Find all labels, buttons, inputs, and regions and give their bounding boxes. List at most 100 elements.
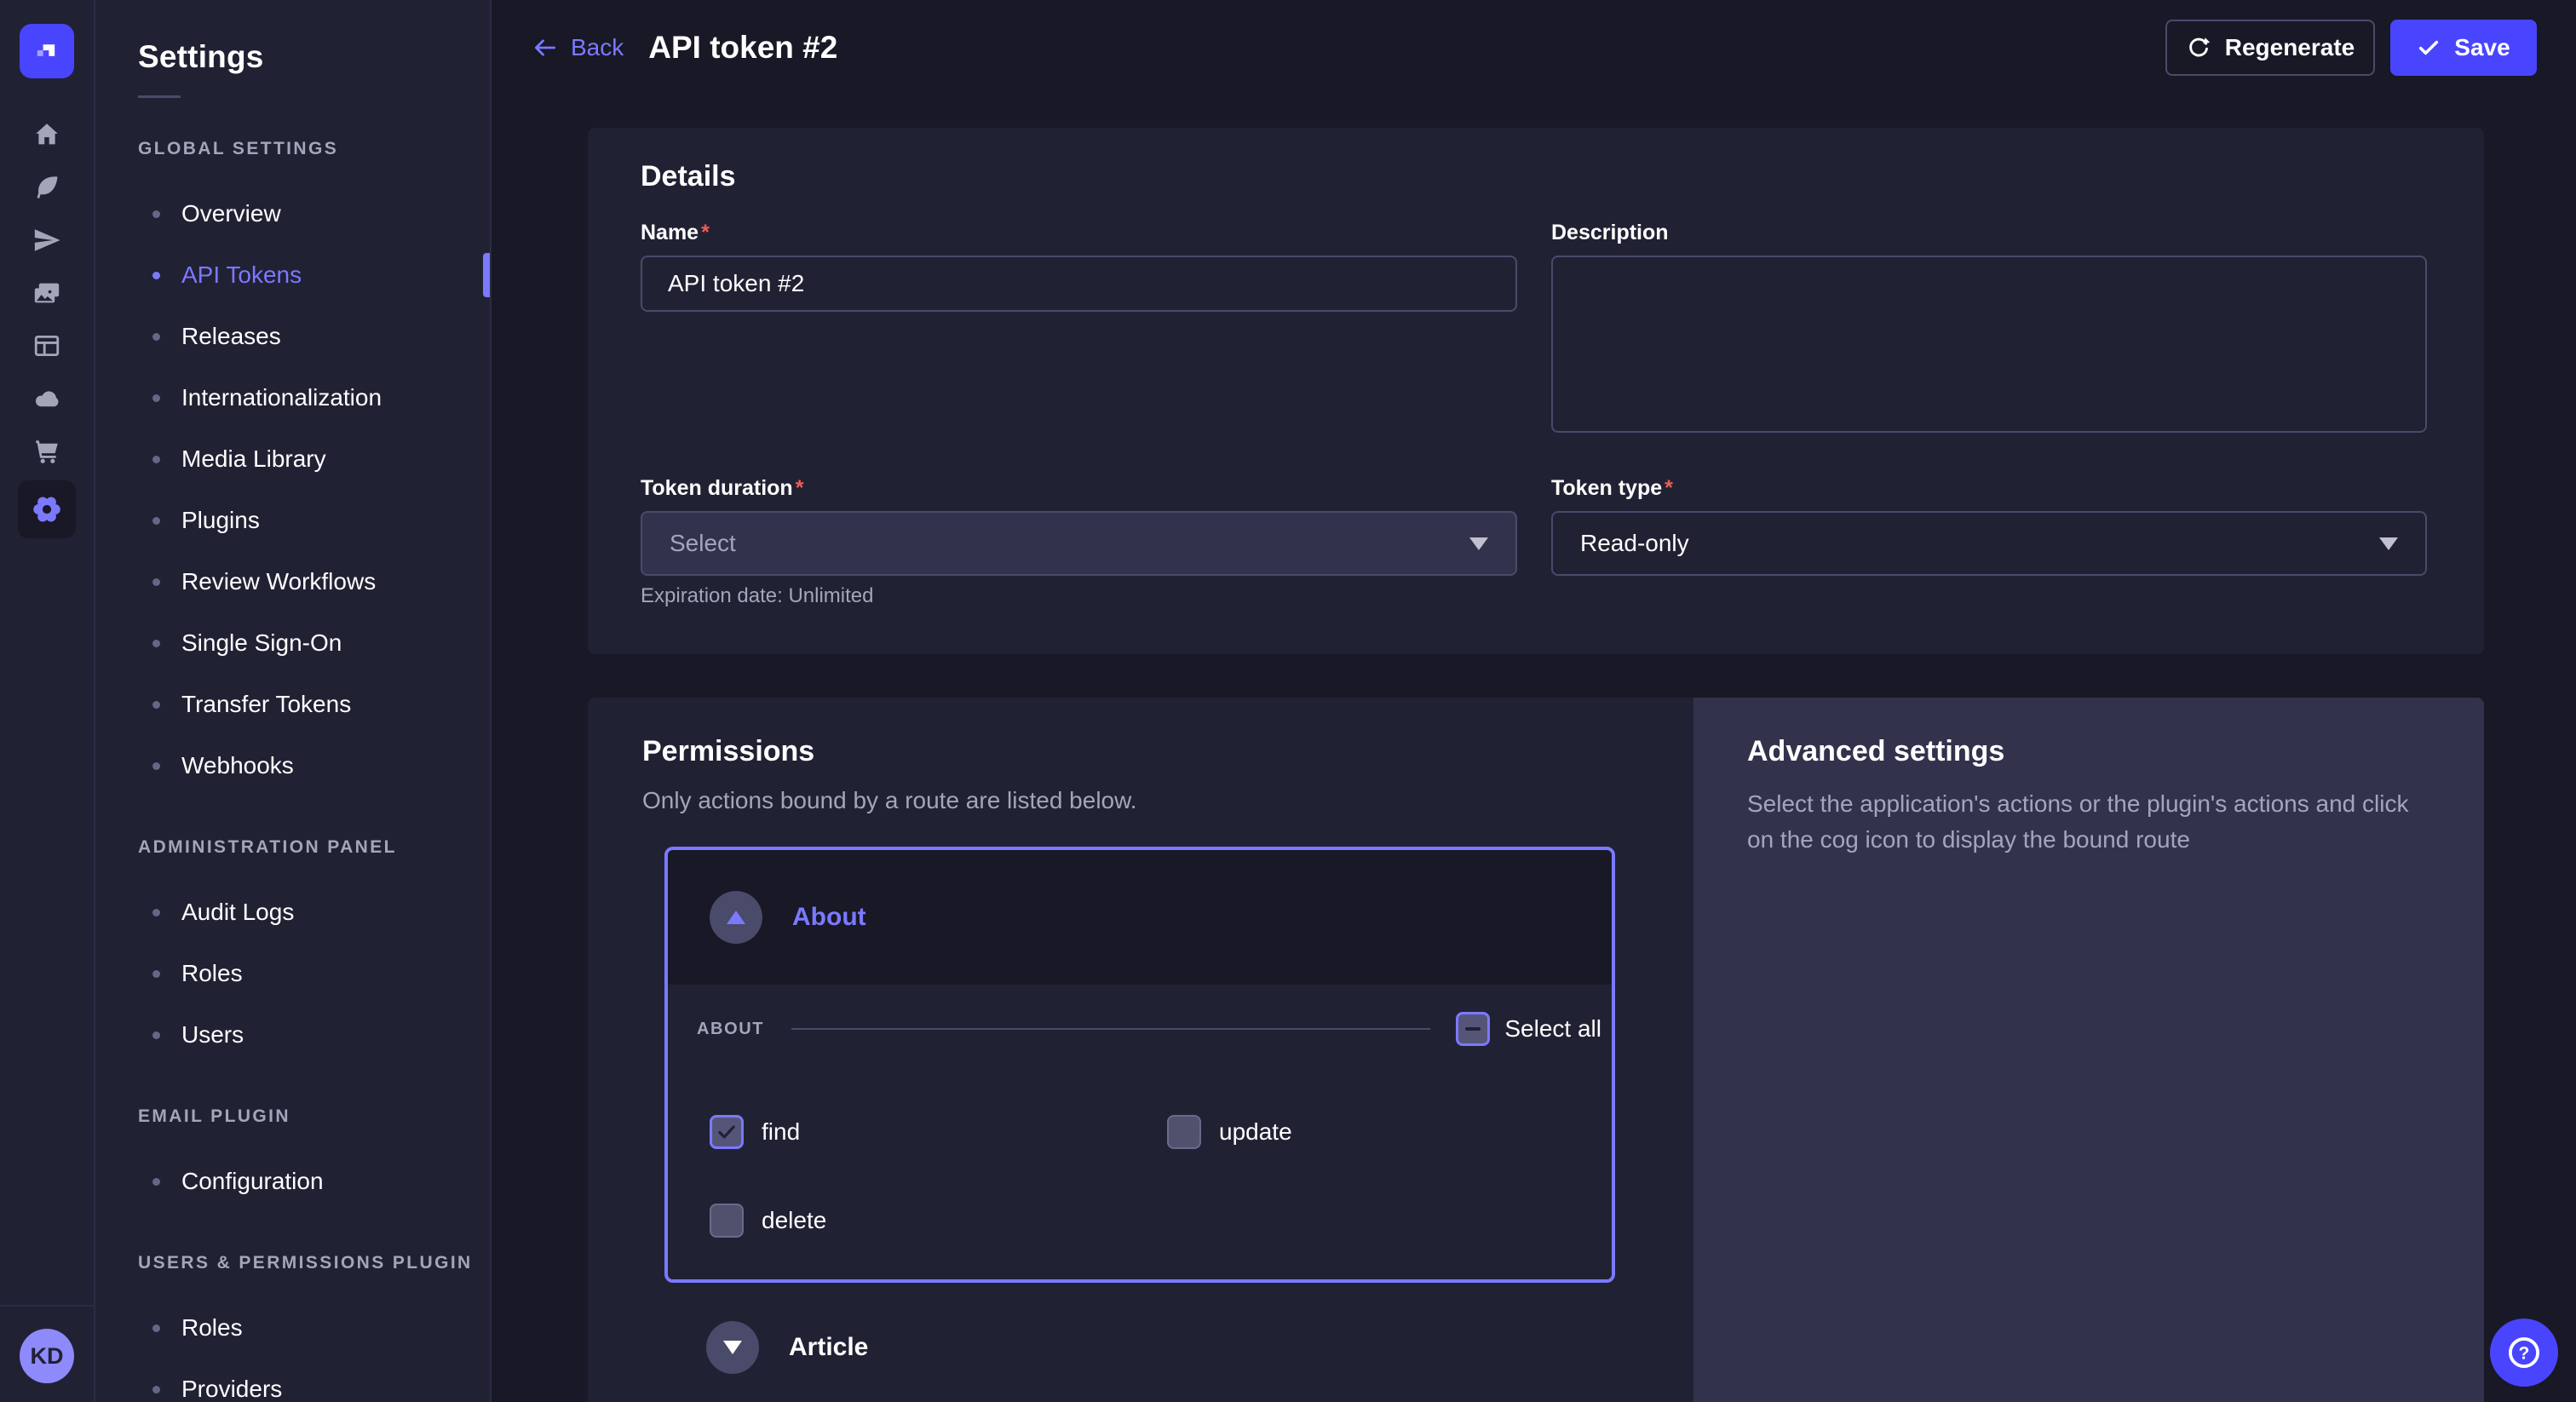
regenerate-button[interactable]: Regenerate xyxy=(2165,20,2375,76)
help-button[interactable]: ? xyxy=(2490,1319,2558,1387)
sidebar-item-audit-logs[interactable]: Audit Logs xyxy=(95,882,490,943)
media-library-icon[interactable] xyxy=(18,269,76,317)
select-all-label: Select all xyxy=(1504,1015,1601,1043)
icon-rail: KD xyxy=(0,0,95,1402)
layout-icon[interactable] xyxy=(18,322,76,370)
required-asterisk: * xyxy=(796,476,804,500)
sidebar-item-releases[interactable]: Releases xyxy=(95,306,490,367)
content: Details Name* Description Token duration… xyxy=(492,95,2576,1402)
sidebar-item-label: Overview xyxy=(181,200,281,227)
sidebar-item-label: Releases xyxy=(181,323,281,350)
sidebar-item-webhooks[interactable]: Webhooks xyxy=(95,735,490,796)
permissions-title: Permissions xyxy=(642,735,1615,768)
sidebar-item-plugins[interactable]: Plugins xyxy=(95,490,490,551)
back-button[interactable]: Back xyxy=(532,34,624,61)
rail-icons xyxy=(18,111,76,543)
name-input[interactable] xyxy=(641,256,1517,312)
accordion-about-header[interactable]: About xyxy=(668,850,1612,985)
sidebar-item-providers[interactable]: Providers xyxy=(95,1359,490,1402)
token-type-field-group: Token type* Read-only xyxy=(1551,476,2427,608)
select-all-checkbox[interactable] xyxy=(1456,1012,1490,1046)
indeterminate-dash-icon xyxy=(1465,1027,1481,1031)
action-update: update xyxy=(1167,1115,1601,1149)
refresh-icon xyxy=(2186,35,2211,60)
main-area: Back API token #2 Regenerate Save Detail… xyxy=(492,0,2576,1402)
strapi-logo[interactable] xyxy=(20,24,74,78)
find-checkbox[interactable] xyxy=(710,1115,744,1149)
permissions-panel: Permissions Only actions bound by a rout… xyxy=(588,698,1693,1402)
sidebar-item-label: Audit Logs xyxy=(181,899,294,926)
update-checkbox[interactable] xyxy=(1167,1115,1201,1149)
bullet-icon xyxy=(152,517,160,525)
sidebar-item-overview[interactable]: Overview xyxy=(95,183,490,244)
token-duration-placeholder: Select xyxy=(670,530,736,557)
token-type-select[interactable]: Read-only xyxy=(1551,511,2427,576)
actions-grid: find update delete xyxy=(697,1115,1601,1238)
token-duration-field-group: Token duration* Select Expiration date: … xyxy=(641,476,1517,608)
strapi-logo-icon xyxy=(28,32,66,70)
sidebar-item-review-workflows[interactable]: Review Workflows xyxy=(95,551,490,612)
save-button[interactable]: Save xyxy=(2390,20,2537,76)
action-delete: delete xyxy=(710,1204,1167,1238)
sidebar-item-label: Media Library xyxy=(181,445,326,473)
bullet-icon xyxy=(152,640,160,647)
bullet-icon xyxy=(152,578,160,586)
regenerate-label: Regenerate xyxy=(2225,34,2355,61)
bullet-icon xyxy=(152,970,160,978)
token-duration-hint: Expiration date: Unlimited xyxy=(641,584,1517,608)
bullet-icon xyxy=(152,1324,160,1332)
sidebar-item-single-sign-on[interactable]: Single Sign-On xyxy=(95,612,490,674)
bullet-icon xyxy=(152,456,160,463)
sidebar-item-label: Roles xyxy=(181,1314,243,1342)
sidebar-item-up-roles[interactable]: Roles xyxy=(95,1297,490,1359)
chevron-down-icon xyxy=(1469,537,1488,550)
advanced-settings-title: Advanced settings xyxy=(1747,735,2437,768)
bullet-icon xyxy=(152,210,160,218)
sidebar-item-admin-roles[interactable]: Roles xyxy=(95,943,490,1004)
sidebar-item-internationalization[interactable]: Internationalization xyxy=(95,367,490,428)
bullet-icon xyxy=(152,1178,160,1186)
description-textarea[interactable] xyxy=(1551,256,2427,433)
home-icon[interactable] xyxy=(18,111,76,158)
sidebar-item-label: Single Sign-On xyxy=(181,629,342,657)
settings-gear-icon[interactable] xyxy=(18,480,76,538)
sidebar-item-label: Roles xyxy=(181,960,243,987)
section-label-global-settings: GLOBAL SETTINGS xyxy=(138,139,490,159)
sidebar-item-api-tokens[interactable]: API Tokens xyxy=(95,244,490,306)
nav-items-up: Roles Providers xyxy=(95,1297,490,1402)
accordion-article-header[interactable]: Article xyxy=(664,1283,1615,1402)
cloud-icon[interactable] xyxy=(18,375,76,422)
svg-text:?: ? xyxy=(2519,1343,2530,1363)
name-label: Name* xyxy=(641,221,1517,245)
nav-items-global: Overview API Tokens Releases Internation… xyxy=(95,183,490,796)
token-type-label: Token type* xyxy=(1551,476,2427,501)
expand-toggle-button[interactable] xyxy=(706,1321,759,1374)
token-type-value: Read-only xyxy=(1580,530,1689,557)
feather-icon[interactable] xyxy=(18,164,76,211)
advanced-settings-description: Select the application's actions or the … xyxy=(1747,786,2437,858)
details-card: Details Name* Description Token duration… xyxy=(588,128,2484,654)
sidebar-item-label: Review Workflows xyxy=(181,568,376,595)
sidebar-title-divider xyxy=(138,95,181,98)
sidebar-item-configuration[interactable]: Configuration xyxy=(95,1151,490,1212)
delete-checkbox[interactable] xyxy=(710,1204,744,1238)
cart-icon[interactable] xyxy=(18,428,76,475)
token-duration-select[interactable]: Select xyxy=(641,511,1517,576)
bullet-icon xyxy=(152,394,160,402)
sidebar-item-label: Transfer Tokens xyxy=(181,691,351,718)
sidebar-item-label: Webhooks xyxy=(181,752,294,779)
collapse-toggle-button[interactable] xyxy=(710,891,762,944)
bullet-icon xyxy=(152,909,160,916)
save-label: Save xyxy=(2454,34,2510,61)
triangle-down-icon xyxy=(723,1341,742,1354)
avatar[interactable]: KD xyxy=(20,1329,74,1383)
sidebar-item-users[interactable]: Users xyxy=(95,1004,490,1066)
sidebar-item-transfer-tokens[interactable]: Transfer Tokens xyxy=(95,674,490,735)
about-subsection-row: ABOUT Select all xyxy=(697,1012,1601,1046)
sidebar-item-label: Plugins xyxy=(181,507,260,534)
paper-plane-icon[interactable] xyxy=(18,216,76,264)
description-field-group: Description xyxy=(1551,221,2427,437)
accordion-about-label: About xyxy=(792,903,866,932)
section-label-users-permissions-plugin: USERS & PERMISSIONS PLUGIN xyxy=(138,1253,490,1273)
sidebar-item-media-library[interactable]: Media Library xyxy=(95,428,490,490)
